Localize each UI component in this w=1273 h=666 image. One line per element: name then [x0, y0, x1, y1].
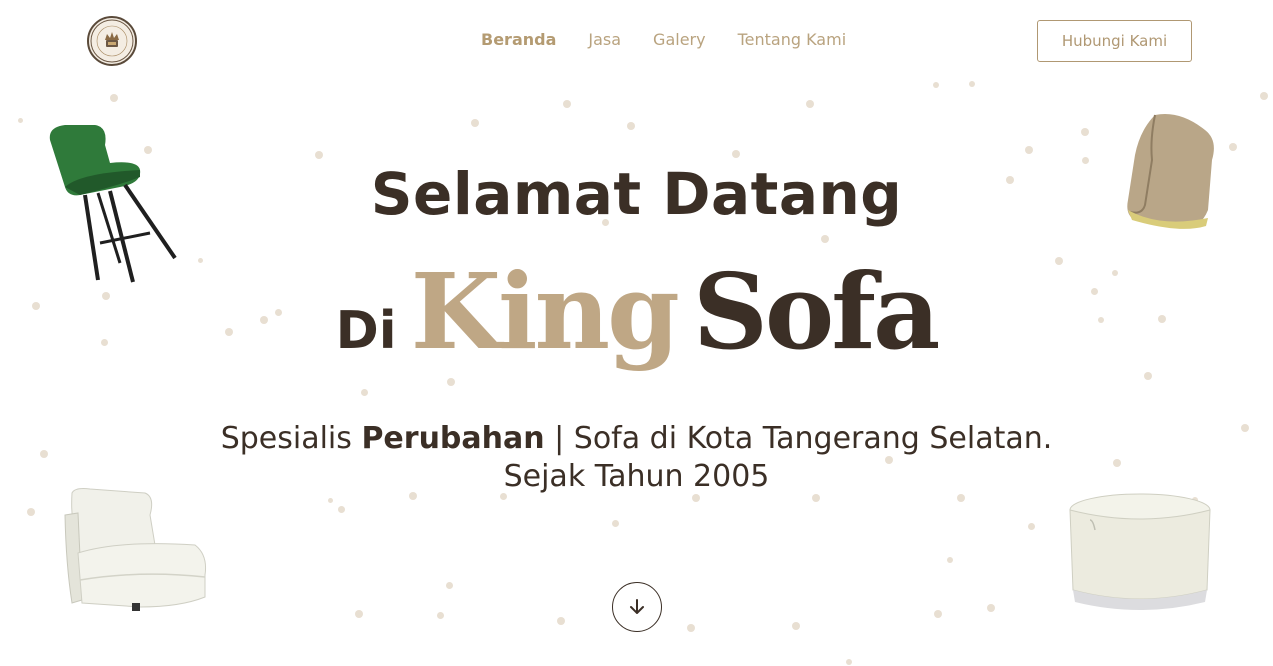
tagline-part2: | Sofa di Kota Tangerang Selatan. [544, 421, 1053, 456]
background-dot [933, 82, 939, 88]
main-nav: Beranda Jasa Galery Tentang Kami [481, 30, 846, 49]
landing-page: Beranda Jasa Galery Tentang Kami Hubungi… [0, 0, 1273, 666]
round-ottoman-image [1069, 493, 1211, 610]
background-dot [1229, 143, 1237, 151]
white-lounge-chair-image [64, 488, 206, 611]
tagline-part1: Spesialis [220, 421, 362, 456]
background-dot [1144, 372, 1152, 380]
brand-sofa: Sofa [692, 250, 941, 373]
background-dot [846, 659, 852, 665]
background-dot [947, 557, 953, 563]
background-dot [806, 100, 814, 108]
tagline-line-1: Spesialis Perubahan | Sofa di Kota Tange… [0, 420, 1273, 458]
background-dot [471, 119, 479, 127]
background-dot [627, 122, 635, 130]
background-dot [27, 508, 35, 516]
background-dot [17, 117, 23, 123]
background-dot [1025, 146, 1033, 154]
background-dot [337, 505, 345, 513]
background-dot [436, 611, 444, 619]
nav-galery[interactable]: Galery [653, 30, 706, 49]
arrow-down-icon [630, 599, 644, 614]
hero-title: Selamat Datang [370, 160, 903, 228]
background-dot [563, 100, 571, 108]
background-dot [355, 610, 363, 618]
curved-armchair-image [1127, 114, 1214, 229]
bar-stool-image [49, 125, 177, 283]
background-dot [1260, 92, 1268, 100]
scroll-down-button[interactable] [612, 582, 662, 632]
background-dot [360, 388, 368, 396]
nav-jasa[interactable]: Jasa [588, 30, 621, 49]
nav-tentang-kami[interactable]: Tentang Kami [738, 30, 847, 49]
nav-beranda[interactable]: Beranda [481, 30, 556, 49]
background-dot [732, 150, 740, 158]
background-dot [821, 235, 829, 243]
contact-button[interactable]: Hubungi Kami [1037, 20, 1192, 62]
crown-logo-icon [90, 19, 134, 63]
background-dot [110, 94, 118, 102]
brand-king: King [410, 250, 680, 373]
background-dot [969, 81, 975, 87]
logo[interactable] [87, 16, 137, 66]
background-dot [315, 151, 323, 159]
tagline-bold: Perubahan [361, 421, 545, 456]
background-dot [557, 617, 565, 625]
background-dot [687, 624, 695, 632]
hero-brand: Di King Sofa [0, 250, 1273, 373]
background-dot [987, 604, 995, 612]
background-dot [611, 519, 619, 527]
background-dot [934, 610, 942, 618]
background-dot [445, 581, 453, 589]
background-dot [1081, 128, 1089, 136]
background-dot [327, 497, 333, 503]
background-dot [792, 622, 800, 630]
background-dot [447, 378, 455, 386]
background-dot [1027, 522, 1035, 530]
brand-prefix: Di [335, 301, 397, 361]
